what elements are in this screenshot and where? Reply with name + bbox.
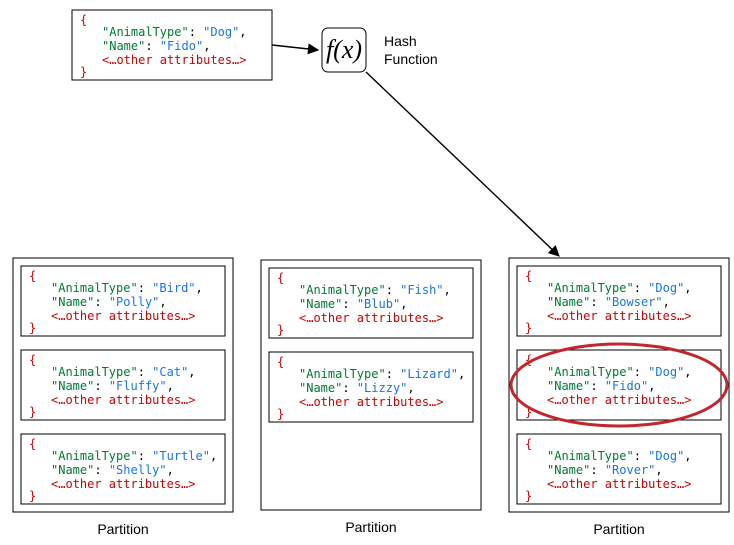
svg-text:}: }: [29, 321, 36, 335]
svg-text:<…other attributes…>: <…other attributes…>: [102, 53, 247, 67]
svg-text:{: {: [277, 271, 284, 285]
svg-text:}: }: [277, 407, 284, 421]
svg-text:<…other attributes…>: <…other attributes…>: [547, 477, 692, 491]
svg-text:<…other attributes…>: <…other attributes…>: [547, 393, 692, 407]
svg-text:<…other attributes…>: <…other attributes…>: [51, 309, 196, 323]
svg-text:"AnimalType": "Lizard",: "AnimalType": "Lizard",: [299, 367, 465, 381]
svg-text:"AnimalType": "Fish",: "AnimalType": "Fish",: [299, 283, 451, 297]
svg-text:"Name": "Fluffy",: "Name": "Fluffy",: [51, 379, 174, 393]
svg-text:"Name": "Rover",: "Name": "Rover",: [547, 463, 663, 477]
svg-text:"AnimalType": "Dog",: "AnimalType": "Dog",: [547, 365, 692, 379]
svg-text:{: {: [80, 13, 87, 27]
svg-text:"AnimalType": "Dog",: "AnimalType": "Dog",: [102, 25, 247, 39]
svg-text:"Name": "Fido",: "Name": "Fido",: [102, 39, 210, 53]
svg-text:{: {: [29, 269, 36, 283]
svg-text:"AnimalType": "Cat",: "AnimalType": "Cat",: [51, 365, 196, 379]
partition-label: Partition: [593, 521, 644, 537]
hash-caption: Hash: [384, 33, 417, 49]
hash-partition-diagram: {"AnimalType": "Dog","Name": "Fido",<…ot…: [0, 0, 734, 545]
svg-text:"Name": "Polly",: "Name": "Polly",: [51, 295, 167, 309]
svg-text:}: }: [525, 321, 532, 335]
svg-text:{: {: [29, 437, 36, 451]
arrow-input-to-hash: [272, 45, 318, 50]
svg-text:"AnimalType": "Dog",: "AnimalType": "Dog",: [547, 281, 692, 295]
svg-text:<…other attributes…>: <…other attributes…>: [299, 311, 444, 325]
svg-text:{: {: [525, 437, 532, 451]
svg-text:<…other attributes…>: <…other attributes…>: [299, 395, 444, 409]
svg-text:}: }: [525, 489, 532, 503]
svg-text:<…other attributes…>: <…other attributes…>: [51, 393, 196, 407]
svg-text:{: {: [525, 269, 532, 283]
svg-text:"AnimalType": "Turtle",: "AnimalType": "Turtle",: [51, 449, 217, 463]
svg-text:}: }: [29, 489, 36, 503]
svg-text:}: }: [29, 405, 36, 419]
partition-label: Partition: [345, 519, 396, 535]
svg-text:}: }: [80, 65, 87, 79]
svg-text:"Name": "Fido",: "Name": "Fido",: [547, 379, 655, 393]
svg-text:"Name": "Bowser",: "Name": "Bowser",: [547, 295, 670, 309]
hash-fx-label: f(x): [326, 35, 362, 64]
svg-text:"Name": "Lizzy",: "Name": "Lizzy",: [299, 381, 415, 395]
svg-text:{: {: [277, 355, 284, 369]
svg-text:{: {: [29, 353, 36, 367]
svg-text:<…other attributes…>: <…other attributes…>: [547, 309, 692, 323]
partition-label: Partition: [97, 521, 148, 537]
svg-text:}: }: [277, 323, 284, 337]
svg-text:"AnimalType": "Dog",: "AnimalType": "Dog",: [547, 449, 692, 463]
svg-text:"Name": "Blub",: "Name": "Blub",: [299, 297, 407, 311]
svg-text:"Name": "Shelly",: "Name": "Shelly",: [51, 463, 174, 477]
svg-text:Function: Function: [384, 51, 438, 67]
svg-text:<…other attributes…>: <…other attributes…>: [51, 477, 196, 491]
arrow-hash-to-partition: [366, 72, 559, 256]
svg-text:"AnimalType": "Bird",: "AnimalType": "Bird",: [51, 281, 203, 295]
